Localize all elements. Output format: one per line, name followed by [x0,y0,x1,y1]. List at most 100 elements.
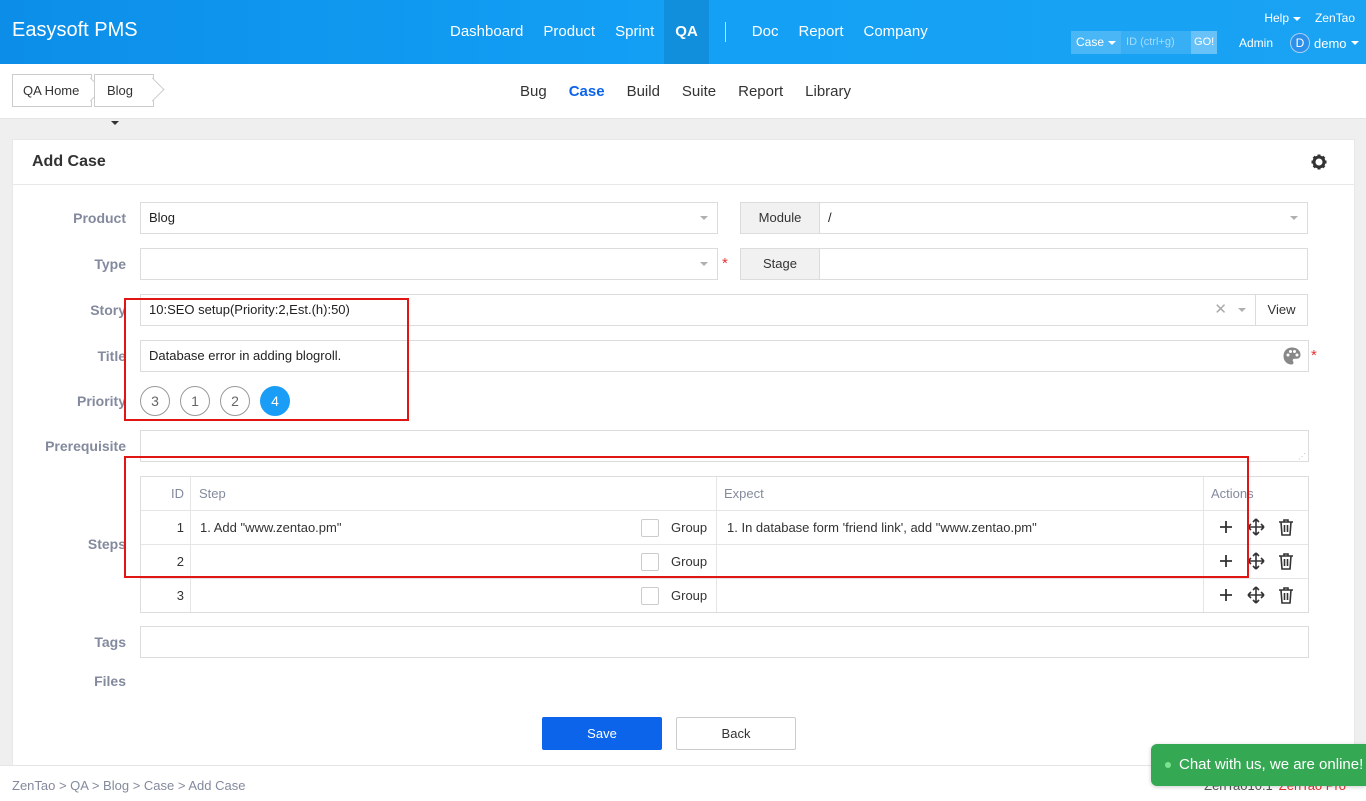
expect-input[interactable]: 1. In database form 'friend link', add "… [717,511,1202,544]
story-view-button[interactable]: View [1255,294,1308,326]
tags-input[interactable] [140,626,1309,658]
nav-sprint[interactable]: Sprint [605,0,664,64]
tab-case[interactable]: Case [558,83,616,100]
priority-option-1[interactable]: 1 [180,386,210,416]
trash-icon[interactable] [1276,517,1296,537]
clear-icon[interactable]: ✕ [1214,295,1227,325]
step-id: 2 [176,554,184,569]
add-step-icon[interactable] [1216,517,1236,537]
files-label: Files [94,673,126,689]
module-select[interactable]: / [819,202,1308,234]
chevron-down-icon [1350,41,1359,45]
stage-label: Stage [740,248,820,280]
table-row: 2 Group [141,545,1308,579]
trash-icon[interactable] [1276,551,1296,571]
move-icon[interactable] [1246,585,1266,605]
breadcrumb-qa-home[interactable]: QA Home [12,74,103,107]
nav-qa[interactable]: QA [664,0,709,64]
admin-link[interactable]: Admin [1239,36,1273,50]
step-id: 1 [176,520,184,535]
priority-option-4[interactable]: 4 [260,386,290,416]
user-menu[interactable]: D demo [1290,33,1359,53]
priority-option-3[interactable]: 3 [140,386,170,416]
gear-icon[interactable] [1311,154,1327,170]
search-box: Case ID (ctrl+g) GO! [1071,31,1218,54]
step-input[interactable] [191,545,636,578]
page-title: Add Case [32,153,106,170]
nav-divider [724,22,726,42]
help-menu[interactable]: Help [1264,11,1301,25]
move-icon[interactable] [1246,551,1266,571]
module-label: Module [740,202,820,234]
tab-suite[interactable]: Suite [671,83,727,100]
add-step-icon[interactable] [1216,585,1236,605]
header-step: Step [199,486,226,501]
tab-library[interactable]: Library [794,83,862,100]
chevron-down-icon [1290,216,1298,220]
step-input[interactable]: 1. Add "www.zentao.pm" [191,511,636,544]
chevron-down-icon [1108,40,1117,45]
chat-widget[interactable]: Chat with us, we are online! [1151,744,1366,786]
palette-icon[interactable] [1282,346,1302,366]
panel-header: Add Case [13,140,1354,185]
nav-company[interactable]: Company [854,0,938,64]
resize-handle-icon[interactable]: ⋰ [1298,453,1306,461]
header-actions: Actions [1211,486,1254,501]
tab-report[interactable]: Report [727,83,794,100]
chat-label: Chat with us, we are online! [1179,756,1364,773]
move-icon[interactable] [1246,517,1266,537]
step-id: 3 [176,588,184,603]
add-step-icon[interactable] [1216,551,1236,571]
story-select[interactable]: 10:SEO setup(Priority:2,Est.(h):50) ✕ [140,294,1256,326]
nav-report[interactable]: Report [788,0,853,64]
search-type-select[interactable]: Case [1071,31,1122,54]
footer-breadcrumb: ZenTao > QA > Blog > Case > Add Case [12,778,246,793]
step-input[interactable] [191,579,636,612]
search-type-label: Case [1076,35,1105,49]
main-nav: Dashboard Product Sprint QA Doc Report C… [440,0,938,64]
breadcrumb-arrow [140,77,165,102]
save-button[interactable]: Save [542,717,662,750]
type-label: Type [94,256,126,272]
table-row: 3 Group [141,579,1308,613]
add-case-panel: Add Case Product Blog Module / Type * St… [12,139,1355,779]
group-checkbox[interactable] [641,587,659,605]
product-select[interactable]: Blog [140,202,718,234]
chevron-down-icon [111,120,119,125]
table-row: 1 1. Add "www.zentao.pm" Group 1. In dat… [141,511,1308,545]
stage-select[interactable] [819,248,1308,280]
chevron-down-icon [700,216,708,220]
tab-bug[interactable]: Bug [509,83,558,100]
table-header-row: ID Step Expect Actions [141,477,1308,511]
group-checkbox[interactable] [641,553,659,571]
nav-product[interactable]: Product [533,0,605,64]
tab-build[interactable]: Build [616,83,671,100]
story-label: Story [90,302,126,318]
back-button[interactable]: Back [676,717,796,750]
search-go-button[interactable]: GO! [1191,31,1218,54]
product-value: Blog [149,210,176,225]
expect-input[interactable] [717,545,1202,578]
group-checkbox[interactable] [641,519,659,537]
story-value: 10:SEO setup(Priority:2,Est.(h):50) [149,302,350,317]
sub-header: QA Home Blog Bug Case Build Suite Report… [0,64,1366,125]
title-value: Database error in adding blogroll. [149,348,342,363]
brand-logo[interactable]: Easysoft PMS [12,19,138,42]
chevron-down-icon [1293,16,1301,21]
chevron-down-icon [1238,308,1246,312]
user-name: demo [1314,35,1347,51]
type-select[interactable] [140,248,718,280]
nav-doc[interactable]: Doc [742,0,789,64]
trash-icon[interactable] [1276,585,1296,605]
title-input[interactable]: Database error in adding blogroll. [140,340,1309,372]
expect-input[interactable] [717,579,1202,612]
search-input[interactable]: ID (ctrl+g) [1121,31,1192,54]
breadcrumb-product-select[interactable]: Blog [94,74,165,125]
required-mark: * [1311,347,1317,364]
tags-label: Tags [94,634,126,650]
priority-option-2[interactable]: 2 [220,386,250,416]
header-expect: Expect [724,486,764,501]
prerequisite-textarea[interactable]: ⋰ [140,430,1309,462]
zentao-link[interactable]: ZenTao [1315,11,1355,25]
nav-dashboard[interactable]: Dashboard [440,0,533,64]
